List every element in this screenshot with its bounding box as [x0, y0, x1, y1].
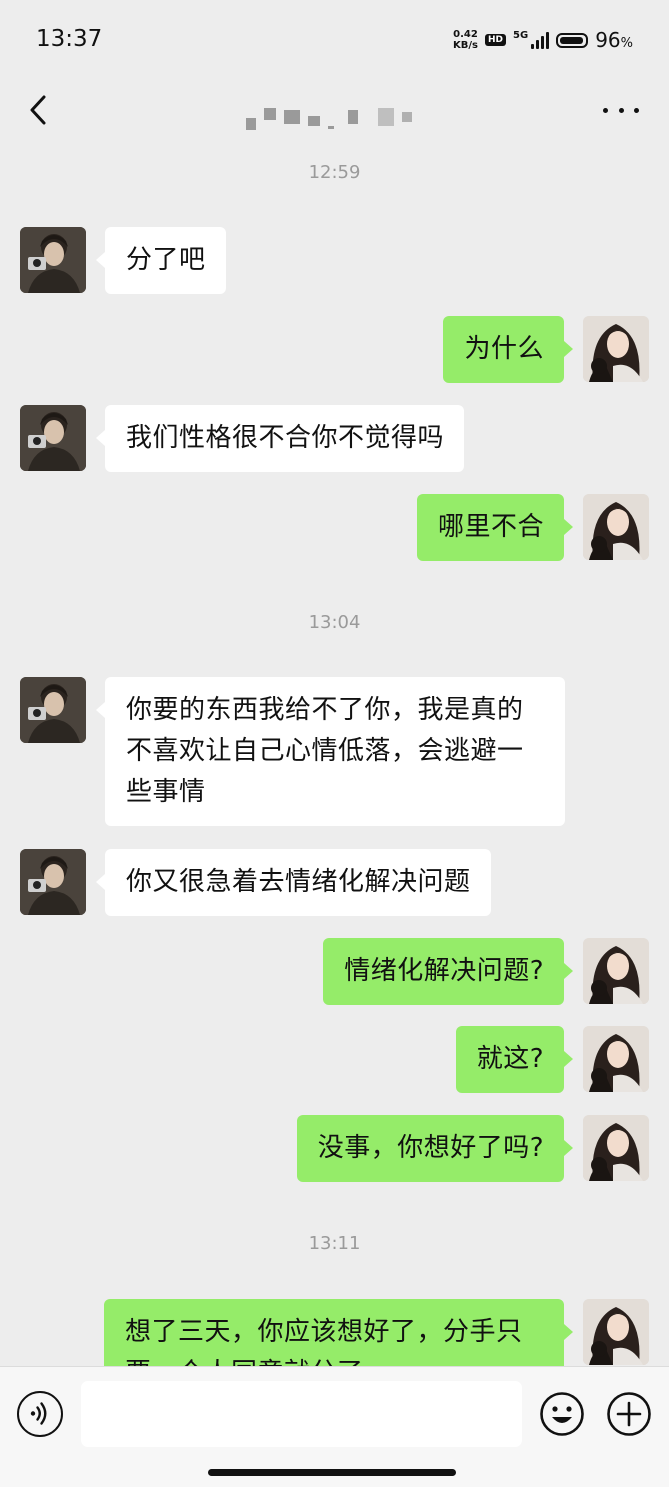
signal-icon: 5G [513, 29, 550, 49]
emoji-icon [540, 1392, 584, 1436]
message-line: 不喜欢让自己心情低落，会逃避一 [126, 736, 524, 766]
avatar[interactable] [583, 938, 649, 1004]
message-bubble-sent[interactable]: 就这? [455, 1026, 574, 1093]
more-dot [603, 107, 608, 113]
message-bubble-received[interactable]: 你又很急着去情绪化解决问题 [96, 849, 491, 916]
chat-header [0, 80, 669, 140]
message-bubble-received[interactable]: 你要的东西我给不了你，我是真的 不喜欢让自己心情低落，会逃避一 些事情 [96, 677, 565, 826]
message-line: 你要的东西我给不了你，我是真的 [126, 695, 524, 725]
timestamp: 13:04 [308, 612, 361, 633]
message-line: 些事情 [126, 777, 206, 807]
avatar-image [583, 1299, 649, 1365]
avatar[interactable] [583, 1115, 649, 1181]
avatar[interactable] [583, 1299, 649, 1365]
message-line: 想了三天，你应该想好了，分手只 [125, 1317, 523, 1347]
emoji-button[interactable] [539, 1391, 585, 1437]
avatar-image [583, 938, 649, 1004]
input-bar [0, 1366, 669, 1487]
message-bubble-sent[interactable]: 哪里不合 [416, 494, 574, 561]
message-input[interactable] [81, 1381, 522, 1447]
battery-icon [556, 32, 589, 48]
plus-button[interactable] [606, 1391, 652, 1437]
avatar-image [583, 316, 649, 382]
status-indicators: 0.42 KB/s HD 5G 96% [453, 28, 633, 52]
status-bar: 13:37 0.42 KB/s HD 5G 96% [0, 0, 669, 80]
timestamp: 12:59 [308, 162, 361, 183]
avatar-image [20, 227, 86, 293]
message-bubble-sent[interactable]: 情绪化解决问题? [323, 938, 573, 1005]
battery-level [560, 36, 584, 44]
avatar-image [583, 1026, 649, 1092]
avatar-image [20, 677, 86, 743]
avatar[interactable] [583, 316, 649, 382]
avatar[interactable] [20, 227, 86, 293]
contact-name [210, 92, 450, 142]
avatar[interactable] [20, 405, 86, 471]
network-speed-value: 0.42 [453, 29, 478, 40]
hd-badge: HD [485, 34, 507, 46]
status-time: 13:37 [36, 26, 103, 52]
home-indicator[interactable] [208, 1469, 456, 1476]
back-button[interactable] [20, 90, 56, 130]
message-bubble-received[interactable]: 分了吧 [96, 227, 226, 294]
avatar-image [583, 1115, 649, 1181]
avatar[interactable] [20, 677, 86, 743]
message-bubble-sent[interactable]: 为什么 [443, 316, 573, 383]
avatar-image [20, 849, 86, 915]
avatar[interactable] [20, 849, 86, 915]
message-bubble-received[interactable]: 我们性格很不合你不觉得吗 [95, 405, 465, 472]
avatar[interactable] [583, 1026, 649, 1092]
plus-circle-icon [607, 1392, 651, 1436]
more-dot [618, 107, 624, 113]
message-bubble-sent[interactable]: 没事，你想好了吗? [296, 1115, 574, 1182]
more-dot [634, 107, 639, 113]
voice-button[interactable] [17, 1391, 63, 1437]
network-speed: 0.42 KB/s [453, 29, 478, 51]
avatar-image [20, 405, 86, 471]
chevron-left-icon [30, 95, 46, 125]
timestamp: 13:11 [308, 1233, 361, 1254]
network-speed-unit: KB/s [453, 40, 478, 51]
more-button[interactable] [603, 98, 639, 122]
battery-percent: 96% [595, 28, 633, 52]
voice-icon [30, 1402, 47, 1425]
network-type: 5G [513, 29, 529, 41]
avatar-image [583, 494, 649, 560]
avatar[interactable] [583, 494, 649, 560]
